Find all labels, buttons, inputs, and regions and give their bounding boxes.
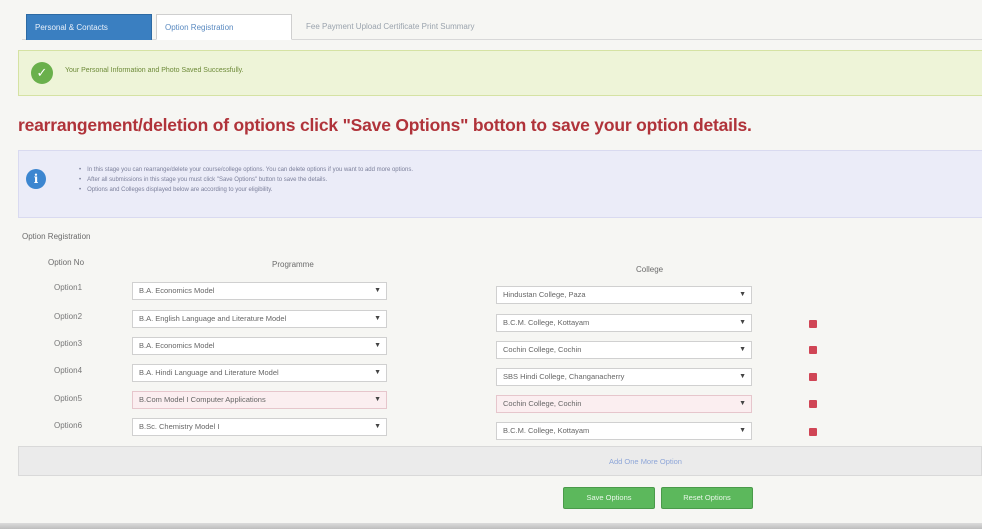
programme-select[interactable]: B.A. Economics Model ▼	[132, 337, 387, 355]
programme-value: B.A. Economics Model	[139, 286, 215, 295]
success-alert: ✓ Your Personal Information and Photo Sa…	[18, 50, 982, 96]
info-item: Options and Colleges displayed below are…	[79, 185, 413, 195]
tab-fee-payment[interactable]: Fee Payment Upload Certificate Print Sum…	[298, 14, 578, 40]
chevron-down-icon: ▼	[374, 287, 381, 294]
delete-option-icon[interactable]	[809, 373, 817, 381]
chevron-down-icon: ▼	[739, 400, 746, 407]
chevron-down-icon: ▼	[374, 315, 381, 322]
tab-bar: Personal & Contacts Option Registration …	[22, 14, 982, 40]
programme-value: B.A. Hindi Language and Literature Model	[139, 368, 279, 377]
tab-option-registration[interactable]: Option Registration	[156, 14, 292, 40]
option-label: Option2	[54, 312, 83, 321]
column-header-programme: Programme	[272, 260, 314, 269]
college-select[interactable]: Cochin College, Cochin ▼	[496, 395, 752, 413]
college-select[interactable]: Hindustan College, Paza ▼	[496, 286, 752, 304]
college-value: SBS Hindi College, Changanacherry	[503, 372, 625, 381]
college-select[interactable]: Cochin College, Cochin ▼	[496, 341, 752, 359]
programme-select[interactable]: B.Sc. Chemistry Model I ▼	[132, 418, 387, 436]
check-circle-icon: ✓	[31, 62, 53, 84]
info-item: In this stage you can rearrange/delete y…	[79, 165, 413, 175]
chevron-down-icon: ▼	[374, 396, 381, 403]
column-header-option-no: Option No	[48, 258, 85, 267]
chevron-down-icon: ▼	[374, 423, 381, 430]
option-label: Option6	[54, 421, 83, 430]
add-option-bar: Add One More Option	[18, 446, 982, 476]
chevron-down-icon: ▼	[374, 369, 381, 376]
programme-select[interactable]: B.A. Hindi Language and Literature Model…	[132, 364, 387, 382]
delete-option-icon[interactable]	[809, 346, 817, 354]
college-value: B.C.M. College, Kottayam	[503, 426, 590, 435]
chevron-down-icon: ▼	[739, 373, 746, 380]
option-registration-page: Personal & Contacts Option Registration …	[0, 0, 982, 529]
chevron-down-icon: ▼	[739, 346, 746, 353]
tab-personal-contacts[interactable]: Personal & Contacts	[26, 14, 152, 40]
save-options-button[interactable]: Save Options	[563, 487, 655, 509]
college-select[interactable]: B.C.M. College, Kottayam ▼	[496, 422, 752, 440]
option-label: Option5	[54, 394, 83, 403]
programme-value: B.Com Model I Computer Applications	[139, 395, 266, 404]
chevron-down-icon: ▼	[739, 427, 746, 434]
programme-value: B.Sc. Chemistry Model I	[139, 422, 220, 431]
college-value: Cochin College, Cochin	[503, 399, 582, 408]
info-list: In this stage you can rearrange/delete y…	[79, 165, 413, 195]
reset-options-button[interactable]: Reset Options	[661, 487, 753, 509]
add-option-link[interactable]: Add One More Option	[609, 457, 682, 466]
college-value: B.C.M. College, Kottayam	[503, 318, 590, 327]
college-select[interactable]: SBS Hindi College, Changanacherry ▼	[496, 368, 752, 386]
info-icon: i	[26, 169, 46, 189]
programme-select[interactable]: B.A. Economics Model ▼	[132, 282, 387, 300]
column-header-college: College	[636, 265, 664, 274]
programme-select[interactable]: B.A. English Language and Literature Mod…	[132, 310, 387, 328]
page-heading: rearrangement/deletion of options click …	[18, 115, 752, 135]
success-message: Your Personal Information and Photo Save…	[65, 67, 244, 74]
chevron-down-icon: ▼	[374, 342, 381, 349]
delete-option-icon[interactable]	[809, 400, 817, 408]
delete-option-icon[interactable]	[809, 428, 817, 436]
programme-value: B.A. Economics Model	[139, 341, 215, 350]
bottom-border	[0, 523, 982, 529]
college-value: Cochin College, Cochin	[503, 345, 582, 354]
option-label: Option3	[54, 339, 83, 348]
option-label: Option4	[54, 366, 83, 375]
section-title: Option Registration	[22, 232, 91, 241]
chevron-down-icon: ▼	[739, 319, 746, 326]
info-item: After all submissions in this stage you …	[79, 175, 413, 185]
college-value: Hindustan College, Paza	[503, 290, 586, 299]
option-label: Option1	[54, 283, 83, 292]
chevron-down-icon: ▼	[739, 291, 746, 298]
info-box: i In this stage you can rearrange/delete…	[18, 150, 982, 218]
delete-option-icon[interactable]	[809, 320, 817, 328]
college-select[interactable]: B.C.M. College, Kottayam ▼	[496, 314, 752, 332]
programme-value: B.A. English Language and Literature Mod…	[139, 314, 287, 323]
programme-select[interactable]: B.Com Model I Computer Applications ▼	[132, 391, 387, 409]
